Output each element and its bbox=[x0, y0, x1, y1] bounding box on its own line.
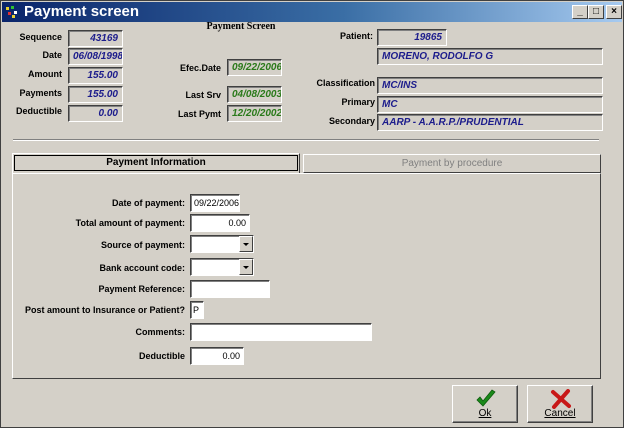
cancel-label: Cancel bbox=[544, 408, 576, 419]
deductible-label: Deductible bbox=[15, 106, 62, 116]
classification-value: MC/INS bbox=[377, 77, 603, 94]
title-bar[interactable]: Payment screen _ □ × bbox=[2, 2, 622, 22]
amount-value: 155.00 bbox=[68, 67, 123, 84]
post-amount-label: Post amount to Insurance or Patient? bbox=[24, 305, 185, 315]
classification-label: Classification bbox=[316, 78, 375, 88]
tab-payment-by-procedure-label: Payment by procedure bbox=[401, 158, 503, 169]
secondary-label: Secondary bbox=[328, 116, 375, 126]
payments-label: Payments bbox=[19, 88, 62, 98]
cancel-button[interactable]: Cancel bbox=[527, 385, 593, 423]
comments-input[interactable] bbox=[190, 323, 372, 341]
ok-label: Ok bbox=[478, 408, 492, 419]
chevron-down-icon[interactable] bbox=[239, 259, 253, 275]
deductible-value: 0.00 bbox=[68, 105, 123, 122]
bank-account-code-select[interactable] bbox=[190, 258, 254, 276]
chevron-down-icon[interactable] bbox=[239, 236, 253, 252]
comments-label: Comments: bbox=[135, 327, 185, 337]
payment-reference-label: Payment Reference: bbox=[98, 284, 185, 294]
x-mark-icon bbox=[551, 389, 571, 409]
primary-label: Primary bbox=[341, 97, 375, 107]
efec-date-label: Efec.Date bbox=[179, 63, 221, 73]
date-value: 06/08/1998 bbox=[68, 48, 123, 65]
patient-name-value: MORENO, RODOLFO G bbox=[377, 48, 603, 65]
minimize-button[interactable]: _ bbox=[572, 5, 588, 19]
window-title: Payment screen bbox=[24, 3, 140, 20]
post-amount-input[interactable]: P bbox=[190, 301, 204, 319]
tab-payment-by-procedure[interactable]: Payment by procedure bbox=[303, 154, 601, 173]
patient-id-value: 19865 bbox=[377, 29, 447, 46]
deductible-form-label: Deductible bbox=[138, 351, 185, 361]
amount-label: Amount bbox=[28, 69, 62, 79]
total-amount-label: Total amount of payment: bbox=[75, 218, 185, 228]
date-label: Date bbox=[42, 50, 62, 60]
payments-value: 155.00 bbox=[68, 86, 123, 103]
patient-label: Patient: bbox=[340, 31, 374, 41]
ok-button[interactable]: Ok bbox=[452, 385, 518, 423]
bank-account-code-label: Bank account code: bbox=[99, 263, 185, 273]
source-of-payment-label: Source of payment: bbox=[100, 240, 185, 250]
last-pymt-label: Last Pymt bbox=[177, 109, 221, 119]
app-icon bbox=[6, 6, 17, 18]
date-of-payment-label: Date of payment: bbox=[111, 198, 185, 208]
total-amount-input[interactable]: 0.00 bbox=[190, 214, 250, 232]
sequence-label: Sequence bbox=[19, 32, 62, 42]
sequence-value: 43169 bbox=[68, 30, 123, 47]
last-pymt-value: 12/20/2002 bbox=[227, 105, 282, 122]
last-srv-value: 04/08/2003 bbox=[227, 86, 282, 103]
maximize-button[interactable]: □ bbox=[588, 5, 604, 19]
date-of-payment-input[interactable]: 09/22/2006 bbox=[190, 194, 240, 212]
payment-reference-input[interactable] bbox=[190, 280, 270, 298]
efec-date-value: 09/22/2006 bbox=[227, 59, 282, 76]
last-srv-label: Last Srv bbox=[185, 90, 221, 100]
checkmark-icon bbox=[476, 389, 496, 407]
tab-payment-information-label: Payment Information bbox=[14, 155, 298, 171]
primary-value: MC bbox=[377, 96, 603, 113]
screen-title: Payment Screen bbox=[206, 21, 276, 32]
close-button[interactable]: × bbox=[606, 5, 622, 19]
payment-window: Payment screen _ □ × Payment Screen Sequ… bbox=[0, 0, 624, 428]
source-of-payment-select[interactable] bbox=[190, 235, 254, 253]
tab-payment-information[interactable]: Payment Information bbox=[12, 153, 300, 174]
header-divider bbox=[13, 139, 599, 141]
secondary-value: AARP - A.A.R.P./PRUDENTIAL bbox=[377, 114, 603, 131]
deductible-input[interactable]: 0.00 bbox=[190, 347, 244, 365]
